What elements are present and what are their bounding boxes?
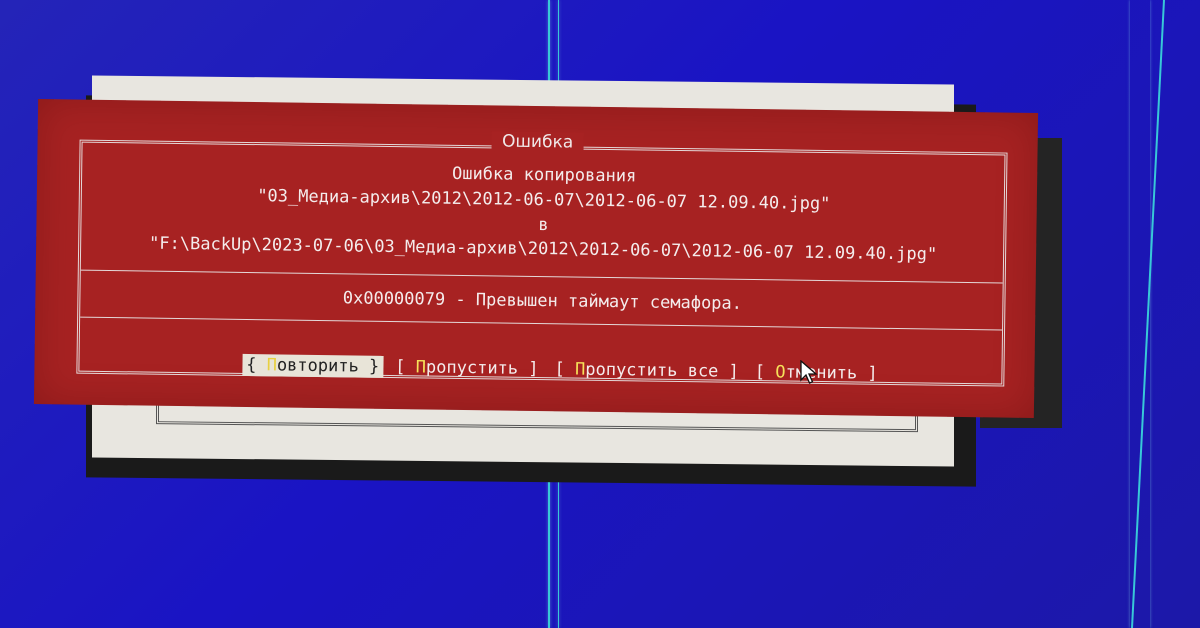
button-row: { Повторить } [ Пропустить ] [ Пропустить … [80, 330, 1003, 409]
screen-divider-line [1130, 0, 1165, 628]
mouse-pointer-icon [800, 359, 818, 390]
error-dialog: Ошибка Ошибка копирования "03_Медиа-архи… [33, 99, 1039, 418]
retry-button[interactable]: { Повторить } [242, 353, 384, 378]
skip-button[interactable]: [ Пропустить ] [391, 356, 543, 380]
skip-all-hotkey: П [574, 359, 586, 380]
cancel-hotkey: О [775, 362, 786, 383]
skip-hotkey: П [415, 357, 427, 378]
skip-all-button[interactable]: [ Пропустить все ] [550, 358, 743, 383]
